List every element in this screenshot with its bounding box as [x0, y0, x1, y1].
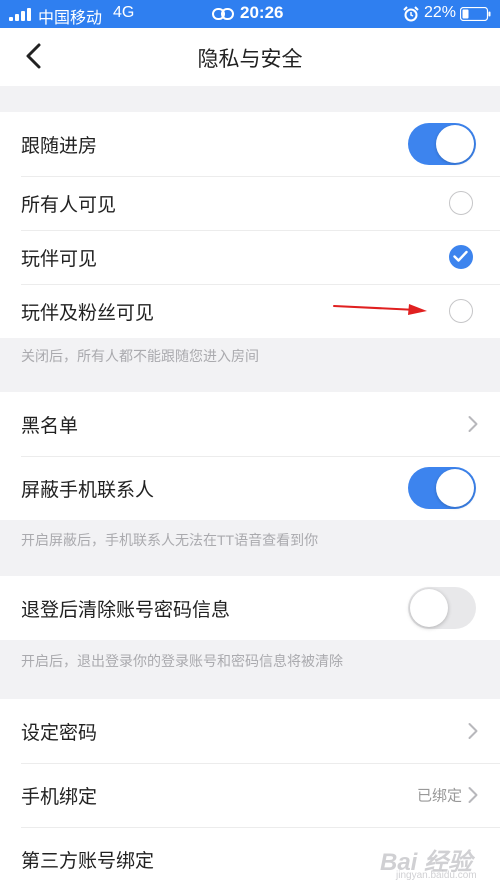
clear-credentials-label: 退登后清除账号密码信息: [21, 599, 231, 621]
follow-label: 跟随进房: [21, 135, 98, 157]
phone-binding-label: 手机绑定: [21, 786, 98, 808]
signal-icon: [9, 8, 33, 21]
clear-credentials-row[interactable]: 退登后清除账号密码信息: [0, 576, 500, 640]
battery-icon: [460, 7, 491, 21]
radio-everyone[interactable]: [449, 191, 473, 215]
blacklist-label: 黑名单: [21, 415, 79, 437]
phone-binding-status: 已绑定: [416, 787, 462, 805]
page-title: 隐私与安全: [197, 48, 303, 71]
toggle-knob: [436, 125, 474, 163]
checkmark-icon: [453, 250, 468, 262]
option-label: 所有人可见: [21, 194, 117, 216]
clear-credentials-hint: 开启后，退出登录你的登录账号和密码信息将被清除: [21, 653, 343, 669]
visibility-option-everyone[interactable]: 所有人可见: [0, 176, 500, 230]
set-password-label: 设定密码: [21, 722, 98, 744]
toggle-knob: [436, 469, 474, 507]
follow-toggle-row[interactable]: 跟随进房: [0, 112, 500, 176]
link-icon: [212, 8, 234, 20]
clock: 20:26: [240, 3, 284, 22]
red-arrow-icon: [333, 304, 427, 315]
option-label: 玩伴可见: [21, 248, 98, 270]
battery-percent: 22%: [424, 4, 457, 21]
chevron-right-icon: [468, 416, 478, 432]
set-password-row[interactable]: 设定密码: [0, 699, 500, 763]
clear-credentials-toggle[interactable]: [408, 587, 476, 629]
blacklist-row[interactable]: 黑名单: [0, 392, 500, 456]
watermark-url: jingyan.baidu.com: [396, 870, 477, 881]
visibility-option-partners[interactable]: 玩伴可见: [0, 230, 500, 284]
third-party-label: 第三方账号绑定: [21, 850, 155, 872]
baidu-watermark: Bai 经验 jingyan.baidu.com: [378, 832, 496, 884]
chevron-right-icon: [468, 787, 478, 803]
phone-binding-row[interactable]: 手机绑定 已绑定: [0, 763, 500, 827]
follow-toggle[interactable]: [408, 123, 476, 165]
chevron-right-icon: [468, 723, 478, 739]
option-label: 玩伴及粉丝可见: [21, 302, 155, 324]
logout-section: 退登后清除账号密码信息: [0, 576, 500, 640]
block-contacts-hint: 开启屏蔽后，手机联系人无法在TT语音查看到你: [21, 532, 319, 548]
alarm-icon: [403, 6, 419, 22]
blacklist-section: 黑名单 屏蔽手机联系人: [0, 392, 500, 520]
block-contacts-toggle[interactable]: [408, 467, 476, 509]
block-contacts-label: 屏蔽手机联系人: [21, 479, 155, 501]
status-bar: 中国移动 4G 20:26 22%: [0, 0, 500, 28]
carrier-label: 中国移动: [38, 10, 103, 27]
radio-partners-fans[interactable]: [449, 299, 473, 323]
network-type: 4G: [113, 4, 135, 21]
block-contacts-row[interactable]: 屏蔽手机联系人: [0, 456, 500, 520]
radio-partners[interactable]: [449, 245, 473, 269]
follow-hint: 关闭后，所有人都不能跟随您进入房间: [21, 348, 259, 364]
toggle-knob: [410, 589, 448, 627]
nav-bar: 隐私与安全: [0, 28, 500, 86]
